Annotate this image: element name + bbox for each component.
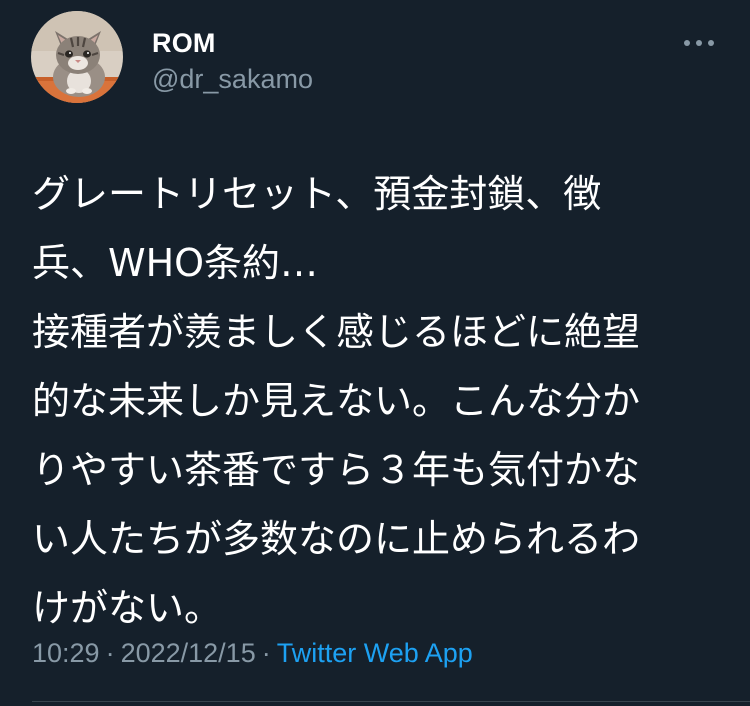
tweet-text: グレートリセット、預金封鎖、徴 兵、WHO条約… 接種者が羨ましく感じるほどに絶… [32,160,702,643]
tweet-date[interactable]: 2022/12/15 [121,638,256,669]
tweet-card: ROM @dr_sakamo グレートリセット、預金封鎖、徴 兵、WHO条約… … [0,0,750,706]
tweet-text-line: グレートリセット、預金封鎖、徴 [32,172,602,216]
more-options-button[interactable] [676,26,722,60]
tweet-time[interactable]: 10:29 [32,638,100,669]
tweet-meta: 10:29 · 2022/12/15 · Twitter Web App [32,638,473,669]
tweet-source-link[interactable]: Twitter Web App [277,638,473,669]
tweet-text-line: 兵、WHO条約… [32,241,319,285]
author-handle[interactable]: @dr_sakamo [152,64,313,95]
divider [32,701,750,702]
meta-separator: · [105,638,115,668]
tweet-text-line: 的な未来しか見えない。こんな分か [32,379,641,423]
tweet-text-line: けがない。 [32,586,223,630]
meta-separator: · [261,638,271,668]
author-name[interactable]: ROM [152,28,216,59]
more-horizontal-icon [684,40,714,46]
author-avatar[interactable] [31,11,123,103]
cat-avatar-icon [31,11,123,103]
tweet-text-line: りやすい茶番ですら３年も気付かな [32,448,641,492]
tweet-text-line: い人たちが多数なのに止められるわ [32,517,641,561]
tweet-text-line: 接種者が羨ましく感じるほどに絶望 [32,310,641,354]
